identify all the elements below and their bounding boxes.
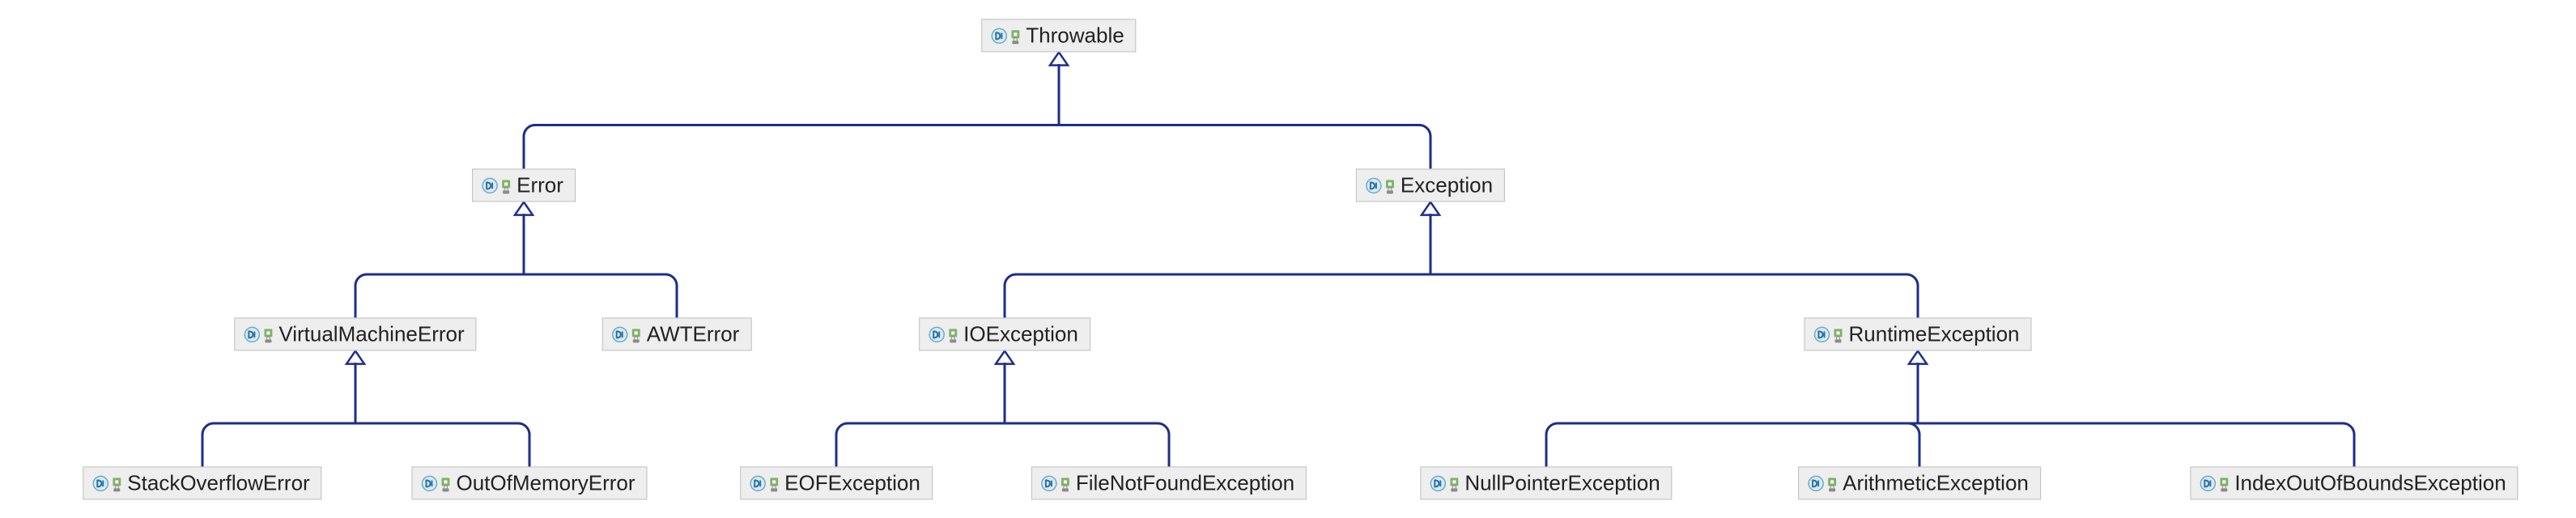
class-icon — [611, 325, 642, 343]
class-icon — [1429, 474, 1460, 492]
class-node-virtualmachineerror: VirtualMachineError — [234, 317, 476, 350]
class-icon — [481, 176, 512, 194]
class-icon — [1365, 176, 1396, 194]
class-node-awterror: AWTError — [602, 317, 752, 350]
diagram-canvas: Throwable Error — [0, 0, 2576, 518]
class-node-label: StackOverflowError — [127, 470, 309, 495]
class-node-label: EOFException — [784, 470, 920, 495]
class-node-runtimeexception: RuntimeException — [1804, 317, 2032, 350]
class-node-label: OutOfMemoryError — [456, 470, 635, 495]
class-node-label: Error — [516, 172, 563, 197]
class-node-ioexception: IOException — [919, 317, 1090, 350]
class-icon — [1813, 325, 1844, 343]
class-node-nullpointerexception: NullPointerException — [1420, 466, 1672, 499]
edges-layer — [0, 0, 2576, 518]
class-node-label: AWTError — [647, 321, 740, 346]
class-node-eofexception: EOFException — [740, 466, 933, 499]
class-node-arithmeticexception: ArithmeticException — [1798, 466, 2041, 499]
class-node-throwable: Throwable — [981, 19, 1136, 52]
class-node-label: Throwable — [1026, 23, 1124, 48]
class-node-stackoverflowerror: StackOverflowError — [83, 466, 321, 499]
class-node-error: Error — [472, 168, 576, 202]
class-node-label: Exception — [1401, 172, 1493, 197]
class-icon — [749, 474, 780, 492]
class-icon — [928, 325, 959, 343]
class-node-filenotfoundexception: FileNotFoundException — [1031, 466, 1307, 499]
class-node-exception: Exception — [1356, 168, 1505, 202]
class-icon — [91, 474, 122, 492]
class-icon — [420, 474, 451, 492]
class-node-label: RuntimeException — [1849, 321, 2020, 346]
class-node-label: IndexOutOfBoundsException — [2234, 470, 2506, 495]
class-node-label: IOException — [963, 321, 1078, 346]
class-node-indexoutofboundsexception: IndexOutOfBoundsException — [2190, 466, 2518, 499]
class-node-outofmemoryerror: OutOfMemoryError — [411, 466, 647, 499]
class-icon — [2199, 474, 2230, 492]
class-node-label: ArithmeticException — [1843, 470, 2029, 495]
class-icon — [990, 27, 1021, 45]
class-icon — [1040, 474, 1071, 492]
class-icon — [1807, 474, 1838, 492]
class-node-label: VirtualMachineError — [278, 321, 464, 346]
class-icon — [243, 325, 274, 343]
class-node-label: NullPointerException — [1464, 470, 1660, 495]
class-node-label: FileNotFoundException — [1076, 470, 1294, 495]
